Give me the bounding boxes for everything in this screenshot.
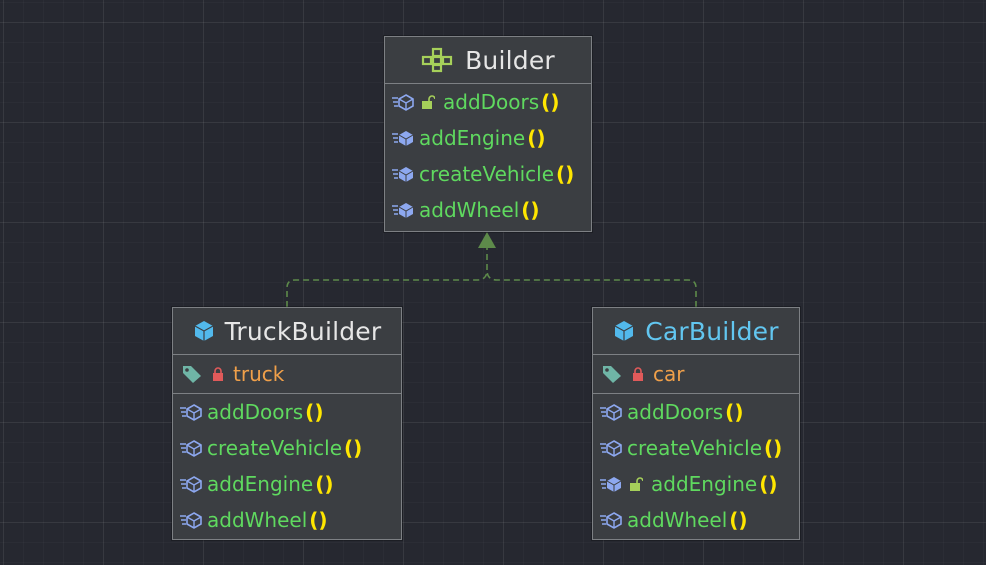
method-row[interactable]: addDoors () bbox=[593, 394, 799, 430]
method-parens: () bbox=[729, 508, 748, 532]
unlocked-icon bbox=[422, 95, 435, 109]
method-icon bbox=[180, 512, 202, 529]
method-parens: () bbox=[521, 198, 540, 222]
method-name: addWheel bbox=[207, 508, 308, 532]
method-parens: () bbox=[305, 400, 324, 424]
method-row[interactable]: addDoors () bbox=[385, 84, 591, 120]
truck-builder-methods: addDoors () createVehicle () addEngine (… bbox=[173, 394, 401, 538]
private-lock-icon bbox=[213, 367, 223, 381]
method-icon bbox=[180, 476, 202, 493]
truck-builder-title: TruckBuilder bbox=[224, 316, 382, 346]
method-icon bbox=[600, 512, 622, 529]
method-parens: () bbox=[556, 162, 575, 186]
method-parens: () bbox=[759, 472, 778, 496]
method-name: addDoors bbox=[207, 400, 304, 424]
car-realization-line bbox=[486, 269, 697, 307]
method-name: addWheel bbox=[419, 198, 520, 222]
class-icon bbox=[614, 321, 634, 341]
method-row[interactable]: addWheel () bbox=[593, 502, 799, 538]
field-tag-icon bbox=[183, 366, 201, 383]
method-row[interactable]: addEngine () bbox=[173, 466, 401, 502]
method-icon bbox=[392, 94, 414, 111]
method-name: addEngine bbox=[419, 126, 526, 150]
car-builder-header: CarBuilder bbox=[593, 308, 799, 355]
car-builder-class-box[interactable]: CarBuilder car addDoors () createVehicle… bbox=[592, 307, 800, 540]
method-row[interactable]: addWheel () bbox=[173, 502, 401, 538]
method-name: createVehicle bbox=[207, 436, 343, 460]
field-row[interactable]: car bbox=[593, 355, 799, 393]
interface-icon bbox=[421, 47, 453, 73]
method-name: addDoors bbox=[443, 90, 540, 114]
car-builder-methods: addDoors () createVehicle () addEngine (… bbox=[593, 394, 799, 538]
realization-arrowhead bbox=[478, 232, 496, 248]
method-name: createVehicle bbox=[627, 436, 763, 460]
method-parens: () bbox=[541, 90, 560, 114]
method-name: addWheel bbox=[627, 508, 728, 532]
unlocked-icon bbox=[630, 477, 643, 491]
method-icon bbox=[180, 440, 202, 457]
private-lock-icon bbox=[633, 367, 643, 381]
method-icon bbox=[180, 404, 202, 421]
method-row[interactable]: addEngine () bbox=[385, 120, 591, 156]
method-parens: () bbox=[315, 472, 334, 496]
method-parens: () bbox=[764, 436, 783, 460]
truck-realization-line bbox=[286, 248, 488, 307]
method-parens: () bbox=[344, 436, 363, 460]
method-icon bbox=[392, 131, 414, 146]
class-icon bbox=[194, 321, 213, 341]
method-name: addEngine bbox=[207, 472, 314, 496]
builder-interface-box[interactable]: Builder addDoors () addEngine () createV… bbox=[384, 36, 592, 232]
method-name: addDoors bbox=[627, 400, 724, 424]
method-name: addEngine bbox=[651, 472, 758, 496]
truck-builder-fields: truck bbox=[173, 355, 401, 394]
car-builder-title: CarBuilder bbox=[645, 316, 779, 346]
method-icon bbox=[600, 440, 622, 457]
method-row[interactable]: addDoors () bbox=[173, 394, 401, 430]
method-parens: () bbox=[527, 126, 546, 150]
method-icon bbox=[600, 477, 622, 492]
method-row[interactable]: createVehicle () bbox=[593, 430, 799, 466]
method-name: createVehicle bbox=[419, 162, 555, 186]
car-builder-fields: car bbox=[593, 355, 799, 394]
field-row[interactable]: truck bbox=[173, 355, 401, 393]
method-row[interactable]: createVehicle () bbox=[173, 430, 401, 466]
method-icon bbox=[392, 203, 414, 218]
builder-methods: addDoors () addEngine () createVehicle (… bbox=[385, 84, 591, 228]
field-tag-icon bbox=[603, 366, 621, 383]
method-icon bbox=[600, 404, 622, 421]
method-parens: () bbox=[725, 400, 744, 424]
builder-header: Builder bbox=[385, 37, 591, 84]
builder-title: Builder bbox=[465, 45, 555, 75]
method-row[interactable]: createVehicle () bbox=[385, 156, 591, 192]
method-row[interactable]: addEngine () bbox=[593, 466, 799, 502]
method-row[interactable]: addWheel () bbox=[385, 192, 591, 228]
field-name: car bbox=[653, 362, 685, 386]
method-icon bbox=[392, 167, 414, 182]
truck-builder-header: TruckBuilder bbox=[173, 308, 401, 355]
truck-builder-class-box[interactable]: TruckBuilder truck addDoors () createVeh… bbox=[172, 307, 402, 540]
method-parens: () bbox=[309, 508, 328, 532]
field-name: truck bbox=[233, 362, 285, 386]
